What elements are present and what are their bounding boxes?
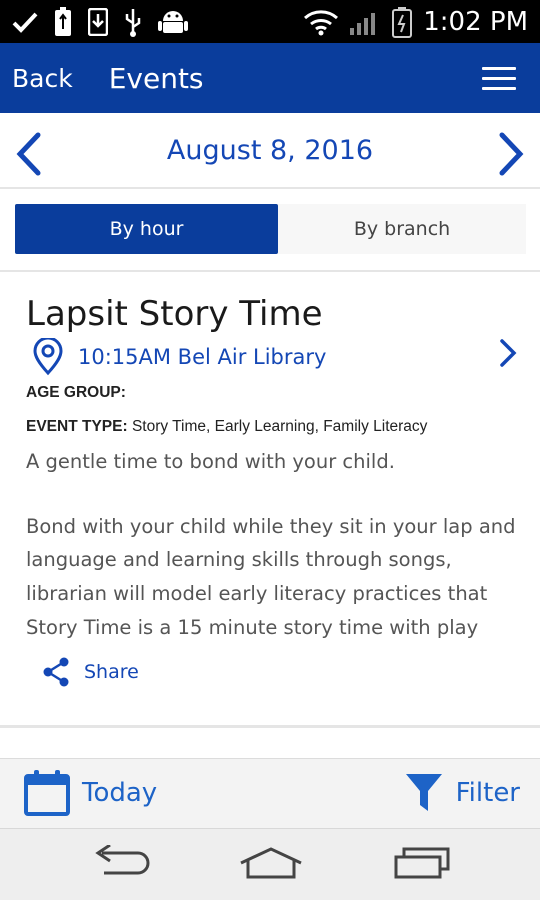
description-line: Bond with your child while they sit in y… (26, 515, 516, 538)
wifi-icon (304, 9, 339, 35)
map-pin-icon (33, 338, 63, 376)
android-icon (158, 10, 188, 33)
status-time: 1:02 PM (423, 6, 528, 37)
description-line: Story Time is a 15 minute story time wit… (26, 616, 479, 639)
status-bar: 1:02 PM (0, 0, 540, 43)
page-title: Events (108, 61, 204, 95)
usb-battery-icon (55, 6, 71, 36)
event-card[interactable]: Lapsit Story Time 10:15AM Bel Air Librar… (0, 272, 540, 727)
filter-icon (405, 774, 442, 811)
age-group: AGE GROUP: (26, 384, 126, 402)
current-date: August 8, 2016 (166, 134, 374, 166)
share-button[interactable]: Share (42, 657, 139, 687)
chevron-left-icon[interactable] (10, 131, 50, 177)
back-arrow-icon[interactable] (90, 845, 152, 881)
back-button[interactable]: Back (12, 64, 73, 93)
divider (0, 725, 540, 728)
filter-button[interactable]: Filter (404, 771, 520, 815)
event-time-location: 10:15AM Bel Air Library (78, 345, 327, 369)
date-navigator: August 8, 2016 (0, 113, 540, 189)
event-type-label: EVENT TYPE: (26, 418, 128, 435)
event-location-row: 10:15AM Bel Air Library (30, 338, 326, 376)
system-nav-bar (0, 828, 540, 900)
home-icon[interactable] (238, 845, 304, 881)
filter-label: Filter (455, 778, 520, 808)
usb-icon (125, 8, 141, 37)
download-icon (88, 7, 108, 36)
bottom-toolbar: Today Filter (0, 758, 540, 828)
chevron-right-icon[interactable] (490, 131, 530, 177)
chevron-right-icon[interactable] (498, 338, 518, 368)
signal-icon (350, 12, 376, 35)
description-line: librarian will model early literacy prac… (26, 582, 488, 605)
event-type: EVENT TYPE: Story Time, Early Learning, … (26, 418, 427, 436)
share-icon (43, 657, 69, 687)
share-label: Share (84, 661, 139, 683)
view-toggle: By hour By branch (15, 204, 526, 254)
app-bar: Back Events (0, 43, 540, 113)
event-type-value: Story Time, Early Learning, Family Liter… (131, 418, 428, 435)
check-icon (12, 12, 38, 33)
description-line: A gentle time to bond with your child. (26, 450, 395, 473)
calendar-icon (24, 770, 70, 816)
hamburger-menu-icon[interactable] (482, 67, 516, 91)
recent-apps-icon[interactable] (392, 845, 452, 881)
today-button[interactable]: Today (24, 769, 157, 817)
description-line: language and learning skills through son… (26, 548, 452, 571)
battery-icon (392, 6, 413, 38)
tab-by-branch[interactable]: By branch (278, 204, 526, 254)
tab-by-hour[interactable]: By hour (15, 204, 278, 254)
event-title: Lapsit Story Time (26, 294, 323, 334)
today-label: Today (82, 778, 158, 808)
age-group-label: AGE GROUP: (26, 384, 126, 401)
